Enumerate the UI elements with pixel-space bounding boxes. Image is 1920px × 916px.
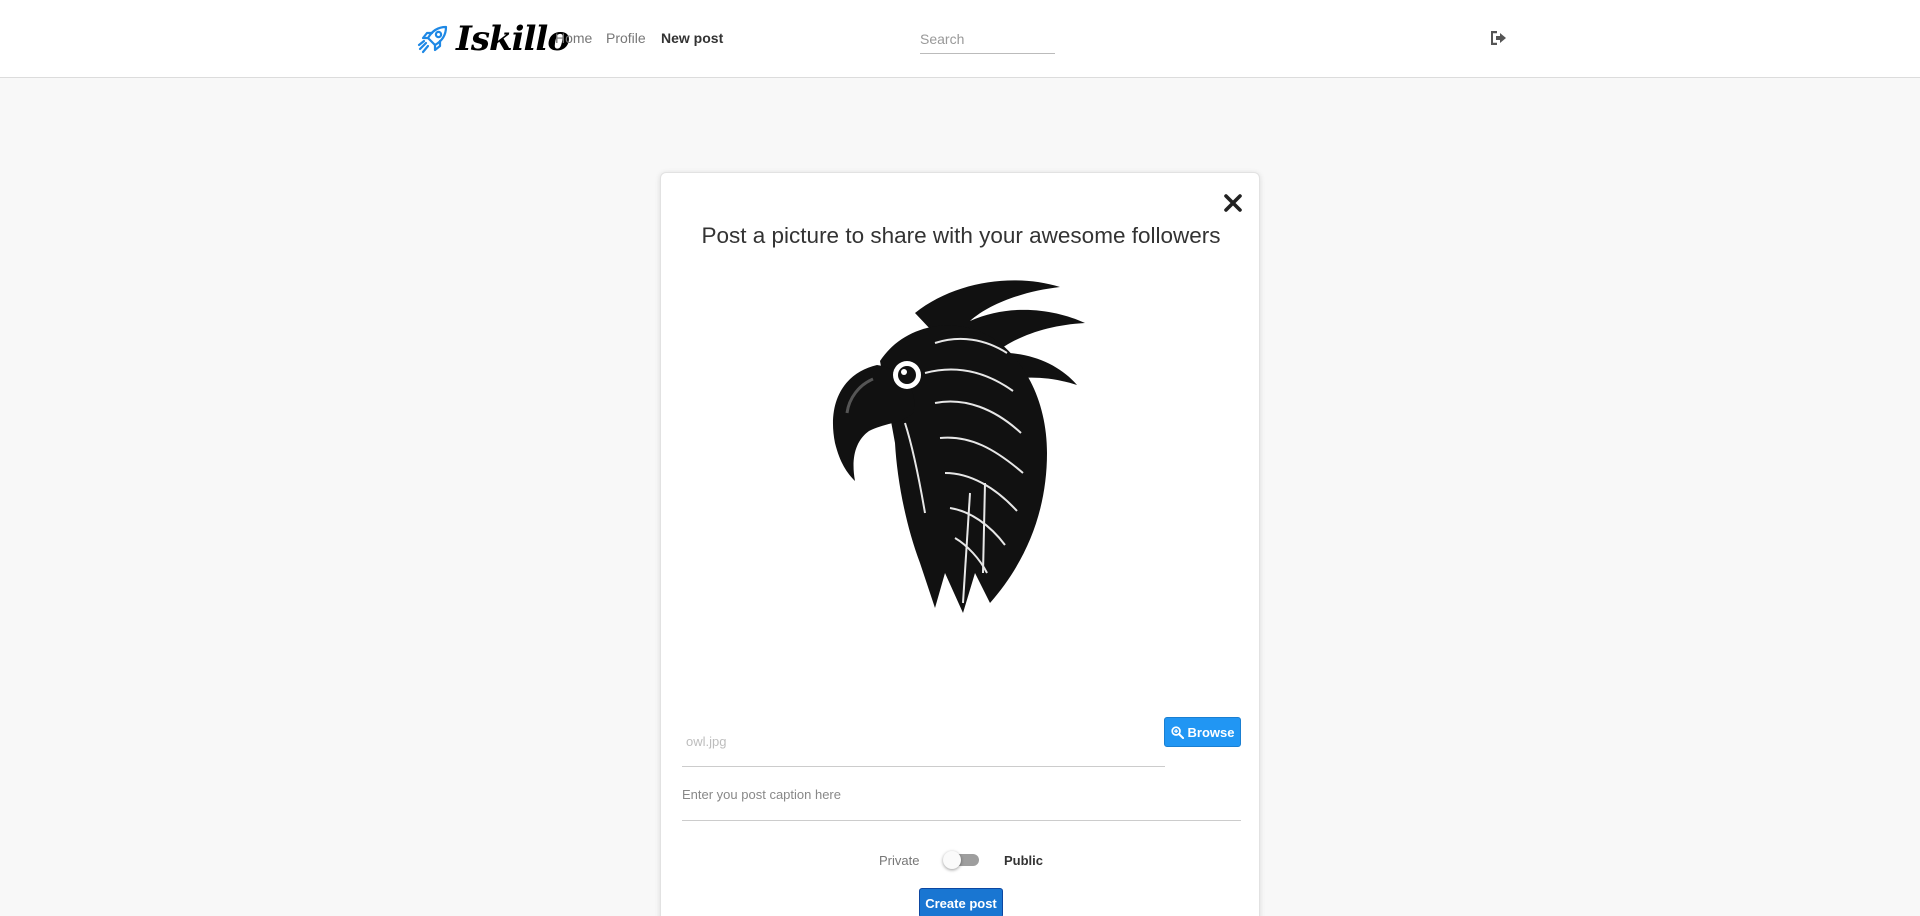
browse-label: Browse	[1187, 724, 1235, 740]
public-label: Public	[1004, 853, 1044, 868]
sign-out-icon[interactable]	[1489, 30, 1507, 46]
search-input[interactable]	[920, 24, 1055, 54]
nav-new-post[interactable]: New post	[661, 30, 723, 46]
nav-profile[interactable]: Profile	[606, 30, 646, 46]
modal-title: Post a picture to share with your awesom…	[701, 223, 1221, 248]
create-post-button[interactable]: Create post	[919, 888, 1003, 916]
toggle-knob	[943, 851, 961, 869]
caption-input[interactable]	[682, 769, 1241, 821]
browse-button[interactable]: Browse	[1164, 717, 1241, 747]
rocket-icon	[417, 25, 448, 54]
image-preview	[832, 280, 1085, 613]
close-icon[interactable]	[1222, 192, 1244, 214]
privacy-toggle[interactable]	[943, 851, 979, 869]
search-plus-icon	[1170, 725, 1184, 739]
file-name-field[interactable]	[682, 717, 1165, 767]
brand-name: Iskillo	[456, 19, 570, 59]
brand-logo[interactable]: Iskillo	[416, 18, 570, 60]
privacy-switch-row: Private Public	[661, 845, 1261, 875]
private-label: Private	[879, 853, 920, 868]
new-post-modal: Post a picture to share with your awesom…	[660, 172, 1260, 916]
top-navbar: Iskillo Home Profile New post	[0, 0, 1920, 78]
nav-home[interactable]: Home	[555, 30, 592, 46]
